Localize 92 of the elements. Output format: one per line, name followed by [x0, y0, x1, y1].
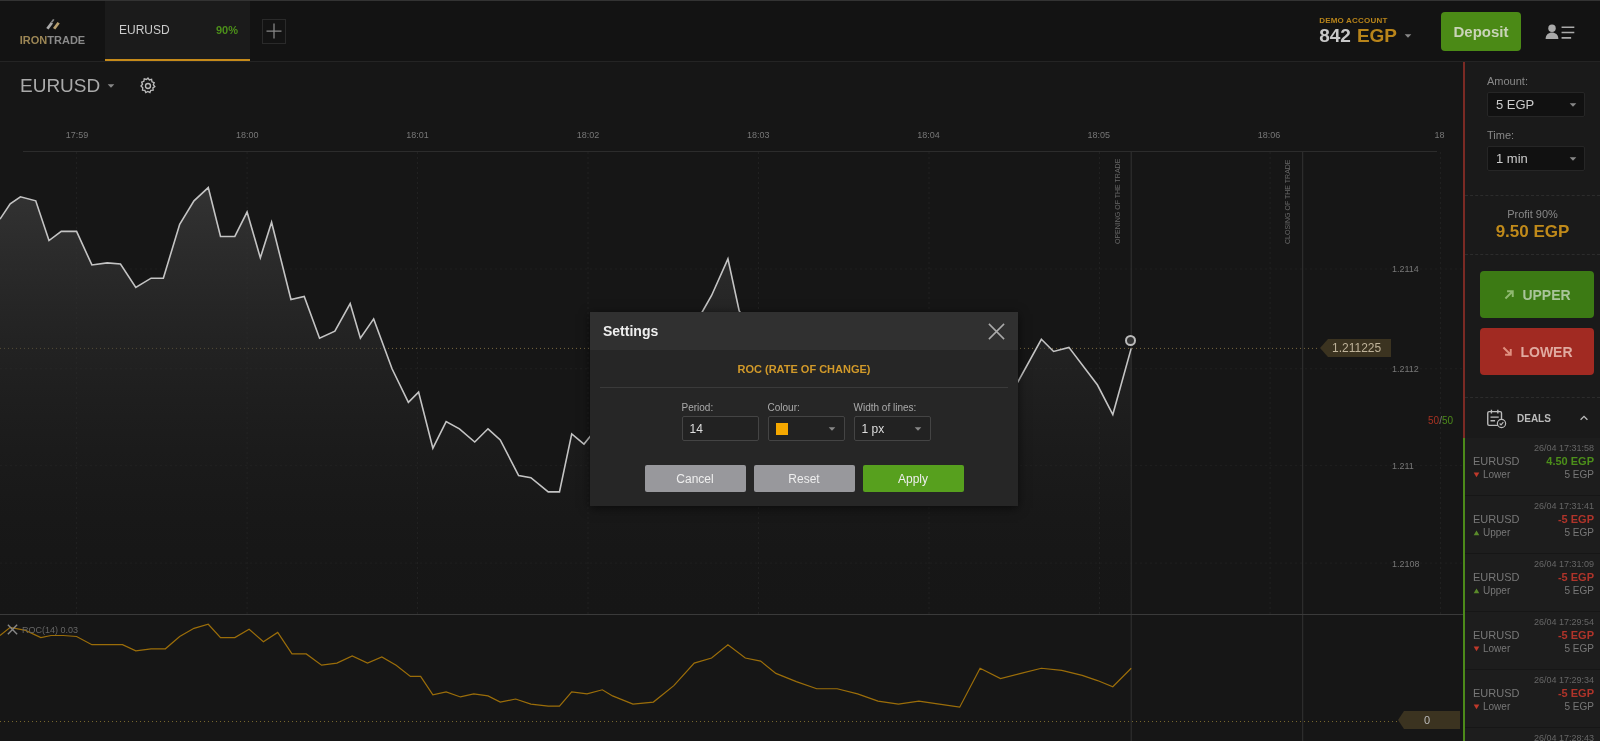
- lower-button[interactable]: LOWER: [1480, 328, 1594, 375]
- time-label: 18:01: [406, 130, 429, 140]
- deal-result: -5 EGP: [1557, 571, 1594, 583]
- field-label: Colour:: [767, 402, 801, 413]
- deal-item[interactable]: 26/04 17:31:41 EURUSD -5 EGP Upper 5 EGP: [1465, 496, 1600, 554]
- deals-header[interactable]: DEALS: [1465, 398, 1600, 438]
- field-label: Period:: [681, 402, 715, 413]
- asset-selector[interactable]: EURUSD: [20, 75, 117, 97]
- profit-label: Profit 90%: [1507, 208, 1558, 220]
- deal-stake: 5 EGP: [1564, 701, 1594, 712]
- deal-time: 26/04 17:29:54: [1532, 617, 1594, 627]
- deal-asset: EURUSD: [1473, 629, 1520, 641]
- calendar-icon: [1485, 407, 1507, 429]
- deal-time: 26/04 17:28:43: [1532, 733, 1594, 741]
- indicator-label: ROC(14) 0.03: [22, 624, 79, 635]
- arrow-up-right-icon: [1503, 288, 1517, 301]
- zero-value-tag: 0: [1398, 711, 1460, 729]
- width-select[interactable]: 1 px: [853, 416, 931, 441]
- deal-result: 4.50 EGP: [1546, 455, 1594, 467]
- deal-asset: EURUSD: [1473, 571, 1520, 583]
- deal-time: 26/04 17:31:41: [1532, 501, 1594, 511]
- sell-percent: 50: [1428, 415, 1440, 426]
- field-label: Amount:: [1487, 75, 1529, 87]
- logo-text: IRON: [19, 34, 48, 46]
- time-label: 18:05: [1087, 130, 1111, 140]
- deal-stake: 5 EGP: [1564, 469, 1594, 480]
- time-label: 18:04: [917, 130, 940, 140]
- deal-result: -5 EGP: [1557, 629, 1594, 641]
- separator-text: /: [1439, 415, 1442, 426]
- deal-item[interactable]: 26/04 17:31:09 EURUSD -5 EGP Upper 5 EGP: [1465, 554, 1600, 612]
- logo[interactable]: IRONTRADE: [0, 1, 105, 61]
- time-label: 18:03: [746, 130, 770, 140]
- deal-direction: Lower: [1483, 469, 1511, 480]
- deal-asset: EURUSD: [1473, 455, 1520, 467]
- deal-stake: 5 EGP: [1564, 585, 1594, 596]
- profit-amount: 9.50 EGP: [1495, 222, 1570, 242]
- time-select[interactable]: 1 min: [1487, 146, 1585, 171]
- current-price-tag: 1.211225: [1320, 339, 1392, 357]
- plus-icon: [264, 21, 284, 41]
- amount-select[interactable]: 5 EGP: [1487, 92, 1585, 117]
- field-label: Time:: [1487, 129, 1516, 141]
- apply-button[interactable]: Apply: [862, 465, 964, 492]
- deal-result: -5 EGP: [1557, 687, 1594, 699]
- colour-select[interactable]: [767, 416, 845, 441]
- current-point-marker: [1125, 335, 1136, 346]
- balance-currency[interactable]: EGP: [1356, 24, 1397, 47]
- deal-item[interactable]: 26/04 17:29:54 EURUSD -5 EGP Lower 5 EGP: [1465, 612, 1600, 670]
- account-label: DEMO ACCOUNT: [1319, 15, 1389, 25]
- arrow-down-right-icon: [1501, 345, 1515, 358]
- deal-item[interactable]: 26/04 17:31:58 EURUSD 4.50 EGP Lower 5 EGP: [1465, 438, 1600, 496]
- deal-time: 26/04 17:31:09: [1532, 559, 1594, 569]
- time-label: 18:02: [576, 130, 600, 140]
- time-label: 17:59: [65, 130, 89, 140]
- user-menu-icon[interactable]: [1545, 22, 1576, 40]
- add-tab-button[interactable]: [262, 18, 286, 44]
- close-icon[interactable]: [6, 623, 19, 636]
- price-label: 1.2112: [1392, 364, 1419, 374]
- dialog-button[interactable]: Reset: [753, 465, 855, 492]
- deal-asset: EURUSD: [1473, 513, 1520, 525]
- deal-stake: 5 EGP: [1564, 527, 1594, 538]
- settings-icon[interactable]: [138, 76, 159, 96]
- buy-percent: 50: [1441, 415, 1454, 426]
- tab-label: EURUSD: [119, 23, 170, 37]
- logo-text: TRADE: [47, 34, 86, 46]
- balance-amount[interactable]: 842: [1319, 24, 1351, 47]
- field-label: Width of lines:: [853, 402, 918, 413]
- price-label: 1.2108: [1392, 559, 1420, 569]
- deal-asset: EURUSD: [1473, 687, 1520, 699]
- deal-result: -5 EGP: [1557, 513, 1594, 525]
- upper-button[interactable]: UPPER: [1480, 271, 1594, 318]
- payout-percent: 90%: [215, 24, 238, 36]
- price-label: 1.211: [1392, 461, 1414, 471]
- time-label: 18:00: [236, 130, 259, 140]
- deal-direction: Lower: [1483, 701, 1511, 712]
- indicator-name: ROC (RATE OF CHANGE): [600, 350, 1008, 388]
- deal-direction: Upper: [1483, 585, 1511, 596]
- deal-stake: 5 EGP: [1564, 643, 1594, 654]
- dialog-title: Settings: [603, 323, 659, 339]
- deal-direction: Upper: [1483, 527, 1511, 538]
- dialog-button[interactable]: Cancel: [644, 465, 746, 492]
- deal-direction: Lower: [1483, 643, 1511, 654]
- deal-item[interactable]: 26/04 17:28:43: [1465, 728, 1600, 741]
- deal-item[interactable]: 26/04 17:29:34 EURUSD -5 EGP Lower 5 EGP: [1465, 670, 1600, 728]
- deal-time: 26/04 17:31:58: [1532, 443, 1594, 453]
- period-input[interactable]: 14: [681, 416, 759, 441]
- close-icon[interactable]: [987, 321, 1006, 341]
- time-label: 18: [1434, 130, 1445, 140]
- deal-time: 26/04 17:29:34: [1532, 675, 1594, 685]
- deposit-button[interactable]: Deposit: [1441, 11, 1521, 51]
- price-label: 1.2114: [1392, 264, 1419, 274]
- asset-tab[interactable]: EURUSD 90%: [105, 1, 250, 61]
- time-label: 18:06: [1257, 130, 1281, 140]
